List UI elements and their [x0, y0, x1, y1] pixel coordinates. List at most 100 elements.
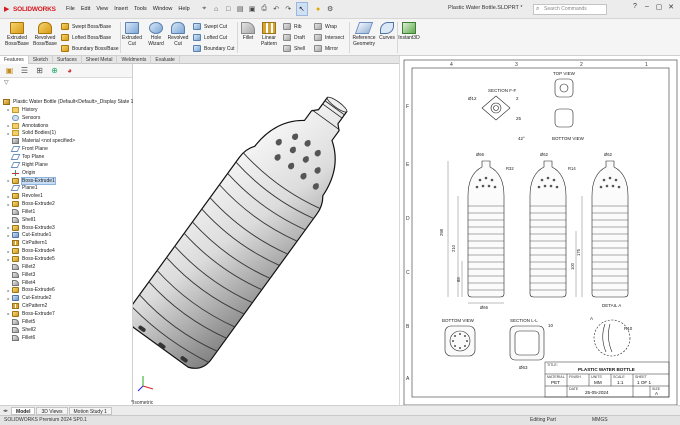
- tree-item[interactable]: Fillet6: [6, 334, 35, 342]
- display-manager-icon[interactable]: ◕: [64, 66, 75, 76]
- tree-item[interactable]: Shell1: [6, 216, 36, 224]
- menu-tools[interactable]: Tools: [134, 6, 147, 12]
- expand-arrow-icon[interactable]: ▸: [6, 194, 11, 199]
- expand-arrow-icon[interactable]: ▸: [6, 233, 11, 238]
- tree-item[interactable]: ▸ Boss-Extrude4: [6, 247, 55, 255]
- drawing-sheet[interactable]: 4 3 2 1 F E D C B A TOP VIEW SECTION F-F…: [399, 56, 680, 417]
- expand-arrow-icon[interactable]: ▸: [6, 123, 11, 128]
- expand-arrow-icon[interactable]: ▸: [6, 131, 11, 136]
- expand-arrow-icon[interactable]: ▸: [6, 202, 11, 207]
- tree-item[interactable]: ▸ Boss-Extrude5: [6, 255, 55, 263]
- lofted-cut-button[interactable]: Lofted Cut: [193, 34, 227, 41]
- new-document-icon[interactable]: □: [224, 5, 233, 14]
- filter-icon[interactable]: ▽: [0, 78, 132, 88]
- hole-wizard-button[interactable]: Hole Wizard: [145, 22, 167, 47]
- tree-item[interactable]: Fillet5: [6, 318, 35, 326]
- solidworks-logo[interactable]: ▶ SOLIDWORKS: [0, 6, 58, 13]
- tree-item[interactable]: Sensors: [6, 114, 40, 122]
- menu-file[interactable]: File: [66, 6, 75, 12]
- lofted-boss-button[interactable]: Lofted Boss/Base: [61, 34, 111, 41]
- menu-edit[interactable]: Edit: [81, 6, 90, 12]
- expand-arrow-icon[interactable]: ▸: [6, 311, 11, 316]
- tree-root-part[interactable]: Plastic Water Bottle (Default<Default>_D…: [2, 98, 135, 106]
- wrap-button[interactable]: Wrap: [314, 23, 337, 30]
- tree-item[interactable]: ▸ Annotations: [6, 122, 48, 130]
- tree-item[interactable]: Top Plane: [6, 153, 44, 161]
- tree-item[interactable]: ▸ Boss-Extrude2: [6, 200, 55, 208]
- tree-item[interactable]: ▸ Solid Bodies(1): [6, 129, 56, 137]
- tab-scroll-arrows-icon[interactable]: ◂▸: [0, 408, 11, 414]
- tree-item[interactable]: ▸ Boss-Extrude7: [6, 310, 55, 318]
- expand-arrow-icon[interactable]: ▸: [6, 249, 11, 254]
- tree-item[interactable]: Origin: [6, 169, 35, 177]
- tree-item[interactable]: CirPattern1: [6, 239, 47, 247]
- tree-item[interactable]: ▸ Revolve1: [6, 192, 43, 200]
- options-gear-icon[interactable]: ⚙: [326, 5, 335, 14]
- tree-item[interactable]: Material <not specified>: [6, 137, 75, 145]
- tab-sketch[interactable]: Sketch: [29, 56, 54, 64]
- tree-item[interactable]: ▸ Boss-Extrude6: [6, 286, 55, 294]
- tab-sheet-metal[interactable]: Sheet Metal: [82, 56, 118, 64]
- tree-item[interactable]: Right Plane: [6, 161, 48, 169]
- boundary-cut-button[interactable]: Boundary Cut: [193, 45, 235, 52]
- tree-item[interactable]: ▸ Boss-Extrude3: [6, 224, 55, 232]
- configuration-manager-icon[interactable]: ⊞: [34, 66, 45, 76]
- rib-button[interactable]: Rib: [283, 23, 302, 30]
- tab-surfaces[interactable]: Surfaces: [53, 56, 82, 64]
- mirror-button[interactable]: Mirror: [314, 45, 338, 52]
- menu-help[interactable]: Help: [178, 6, 189, 12]
- swept-cut-button[interactable]: Swept Cut: [193, 23, 227, 30]
- tab-evaluate[interactable]: Evaluate: [151, 56, 180, 64]
- expand-arrow-icon[interactable]: ▸: [6, 107, 11, 112]
- expand-arrow-icon[interactable]: ▸: [6, 296, 11, 301]
- undo-icon[interactable]: ↶: [272, 5, 281, 14]
- intersect-button[interactable]: Intersect: [314, 34, 344, 41]
- save-icon[interactable]: ▣: [248, 5, 257, 14]
- select-pointer-icon[interactable]: ↖: [295, 2, 308, 16]
- menu-insert[interactable]: Insert: [114, 6, 128, 12]
- revolved-cut-button[interactable]: Revolved Cut: [167, 22, 189, 47]
- expand-arrow-icon[interactable]: ▸: [6, 178, 11, 183]
- shell-button[interactable]: Shell: [283, 45, 305, 52]
- dimxpert-icon[interactable]: ⊕: [49, 66, 60, 76]
- tree-item[interactable]: Plane1: [6, 184, 38, 192]
- swept-boss-button[interactable]: Swept Boss/Base: [61, 23, 111, 30]
- tree-item[interactable]: Fillet1: [6, 208, 35, 216]
- tree-item[interactable]: ▸ Cut-Extrude2: [6, 294, 51, 302]
- extruded-cut-button[interactable]: Extruded Cut: [121, 22, 143, 47]
- tree-item[interactable]: Fillet4: [6, 279, 35, 287]
- menu-window[interactable]: Window: [153, 6, 173, 12]
- close-icon[interactable]: ✕: [666, 3, 676, 11]
- open-folder-icon[interactable]: ▤: [236, 5, 245, 14]
- linear-pattern-button[interactable]: Linear Pattern: [258, 22, 280, 47]
- tree-item[interactable]: Fillet3: [6, 271, 35, 279]
- tab-weldments[interactable]: Weldments: [117, 56, 152, 64]
- tree-item[interactable]: ▸ Cut-Extrude1: [6, 231, 51, 239]
- tree-item[interactable]: Shell2: [6, 326, 36, 334]
- minimize-icon[interactable]: –: [642, 3, 652, 11]
- tab-3d-views[interactable]: 3D Views: [36, 406, 68, 415]
- search-commands-input[interactable]: ⌕ Search Commands: [533, 4, 607, 15]
- tree-item[interactable]: Fillet2: [6, 263, 35, 271]
- print-icon[interactable]: ⎙: [260, 5, 269, 14]
- tab-features[interactable]: Features: [0, 56, 29, 64]
- rebuild-icon[interactable]: ●: [314, 5, 323, 14]
- tree-item[interactable]: ▸ History: [6, 106, 38, 114]
- status-units[interactable]: MMGS: [592, 416, 608, 425]
- property-manager-icon[interactable]: ☰: [19, 66, 30, 76]
- help-icon[interactable]: ?: [630, 3, 640, 11]
- pin-icon[interactable]: ⌖: [200, 5, 209, 14]
- boundary-boss-button[interactable]: Boundary Boss/Base: [61, 45, 119, 52]
- revolved-boss-button[interactable]: Revolved Boss/Base: [31, 22, 59, 47]
- restore-icon[interactable]: ▢: [654, 3, 664, 11]
- expand-arrow-icon[interactable]: ▸: [6, 225, 11, 230]
- reference-geometry-button[interactable]: Reference Geometry: [351, 22, 377, 47]
- tab-model[interactable]: Model: [11, 406, 36, 415]
- feature-manager-tree-icon[interactable]: ▣: [4, 66, 15, 76]
- expand-arrow-icon[interactable]: ▸: [6, 288, 11, 293]
- extruded-boss-button[interactable]: Extruded Boss/Base: [3, 22, 31, 47]
- draft-button[interactable]: Draft: [283, 34, 305, 41]
- tree-item[interactable]: ▸ Boss-Extrude1: [6, 176, 56, 185]
- tree-item[interactable]: Front Plane: [6, 145, 48, 153]
- curves-button[interactable]: Curves: [378, 22, 396, 41]
